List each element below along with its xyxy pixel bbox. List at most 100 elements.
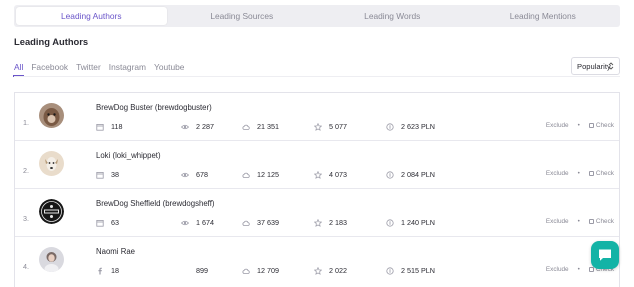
row-actions: Exclude • Check [546, 122, 614, 129]
influence-stat: 5 077 [314, 122, 347, 131]
separator-dot: • [577, 218, 580, 225]
exclude-button[interactable]: Exclude [546, 170, 569, 177]
reach-value: 12 709 [257, 266, 279, 275]
tab-leading-mentions[interactable]: Leading Mentions [468, 7, 619, 25]
filter-facebook[interactable]: Facebook [31, 62, 68, 77]
filter-youtube[interactable]: Youtube [154, 62, 184, 77]
list-item: 4. Naomi Rae 18 899 12 709 2 022 2 515 P… [15, 237, 619, 285]
list-item: 2. Loki (loki_whippet) 38 678 12 125 4 0… [15, 141, 619, 189]
reach-stat: 21 351 [242, 122, 279, 131]
check-label: Check [595, 170, 614, 177]
reach-stat: 12 709 [242, 266, 279, 275]
eye-icon [181, 220, 189, 225]
reach-stat: 37 639 [242, 218, 279, 227]
avatar [39, 151, 64, 176]
ave-value: 2 623 PLN [401, 122, 435, 131]
eye-icon [181, 172, 189, 177]
cloud-icon [242, 172, 250, 178]
exclude-button[interactable]: Exclude [546, 122, 569, 129]
mentions-value: 18 [111, 266, 119, 275]
checkbox-icon [588, 123, 594, 128]
separator-dot: • [577, 122, 580, 129]
mentions-stat: 38 [96, 170, 119, 179]
separator-dot: • [577, 170, 580, 177]
chat-button[interactable] [591, 241, 619, 269]
value-stat: 1 240 PLN [386, 218, 435, 227]
calendar-icon [96, 219, 104, 227]
list-item: 1. BrewDog Buster (brewdogbuster) 118 2 … [15, 93, 619, 141]
reach-value: 12 125 [257, 170, 279, 179]
check-label: Check [595, 218, 614, 225]
facebook-icon [98, 267, 102, 274]
reach-value: 21 351 [257, 122, 279, 131]
filter-twitter[interactable]: Twitter [76, 62, 101, 77]
avatar [39, 103, 64, 128]
coin-icon [386, 170, 394, 179]
sort-dropdown[interactable]: Popularity [571, 57, 620, 75]
checkbox-icon [588, 219, 594, 224]
value-stat: 2 515 PLN [386, 266, 435, 275]
filter-divider [14, 76, 620, 77]
cloud-icon [242, 268, 250, 274]
ave-value: 2 084 PLN [401, 170, 435, 179]
check-button[interactable]: Check [588, 218, 614, 225]
mentions-value: 118 [111, 122, 123, 131]
influence-value: 4 073 [329, 170, 347, 179]
tab-leading-sources[interactable]: Leading Sources [167, 7, 318, 25]
coin-icon [386, 122, 394, 131]
filter-all[interactable]: All [12, 62, 25, 77]
filter-instagram[interactable]: Instagram [109, 62, 146, 77]
influence-value: 2 022 [329, 266, 347, 275]
author-name[interactable]: BrewDog Buster (brewdogbuster) [96, 103, 212, 112]
tab-bar: Leading Authors Leading Sources Leading … [14, 5, 620, 27]
exclude-button[interactable]: Exclude [546, 218, 569, 225]
tab-leading-authors[interactable]: Leading Authors [16, 7, 167, 25]
influence-value: 2 183 [329, 218, 347, 227]
rank: 1. [23, 118, 29, 127]
views-value: 678 [196, 170, 208, 179]
row-actions: Exclude • Check [546, 218, 614, 225]
calendar-icon [96, 171, 104, 179]
chevron-up-down-icon [608, 62, 614, 70]
sort-label: Popularity [577, 61, 611, 71]
influence-stat: 2 183 [314, 218, 347, 227]
star-icon [314, 170, 322, 179]
views-stat: 678 [181, 170, 208, 179]
coin-icon [386, 218, 394, 227]
star-icon [314, 266, 322, 275]
influence-stat: 4 073 [314, 170, 347, 179]
mentions-stat: 18 [96, 266, 119, 275]
star-icon [314, 122, 322, 131]
check-button[interactable]: Check [588, 122, 614, 129]
mentions-stat: 63 [96, 218, 119, 227]
rank: 3. [23, 214, 29, 223]
cloud-icon [242, 124, 250, 130]
value-stat: 2 623 PLN [386, 122, 435, 131]
value-stat: 2 084 PLN [386, 170, 435, 179]
reach-value: 37 639 [257, 218, 279, 227]
author-name[interactable]: Naomi Rae [96, 247, 135, 256]
star-icon [314, 218, 322, 227]
views-stat: 899 [181, 266, 208, 275]
row-actions: Exclude • Check [546, 170, 614, 177]
separator-dot: • [577, 266, 580, 273]
mentions-stat: 118 [96, 122, 122, 131]
checkbox-icon [588, 171, 594, 176]
eye-icon [181, 124, 189, 129]
tab-leading-words[interactable]: Leading Words [317, 7, 468, 25]
coin-icon [386, 266, 394, 275]
rank: 2. [23, 166, 29, 175]
check-label: Check [595, 122, 614, 129]
check-button[interactable]: Check [588, 170, 614, 177]
cloud-icon [242, 220, 250, 226]
influence-value: 5 077 [329, 122, 347, 131]
ave-value: 2 515 PLN [401, 266, 435, 275]
views-stat: 2 287 [181, 122, 214, 131]
author-name[interactable]: Loki (loki_whippet) [96, 151, 161, 160]
chat-icon [599, 249, 611, 261]
views-value: 2 287 [196, 122, 214, 131]
exclude-button[interactable]: Exclude [546, 266, 569, 273]
views-value: 1 674 [196, 218, 214, 227]
author-name[interactable]: BrewDog Sheffield (brewdogsheff) [96, 199, 214, 208]
views-stat: 1 674 [181, 218, 214, 227]
